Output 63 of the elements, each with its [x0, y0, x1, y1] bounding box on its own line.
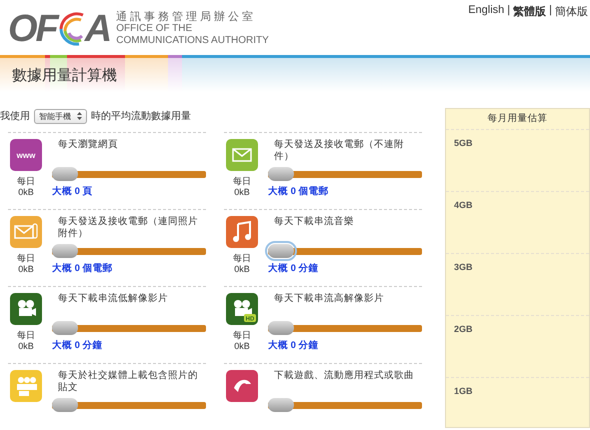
activity-title: 每天瀏覽網頁	[57, 139, 119, 152]
usage-value: 0kB	[234, 341, 250, 352]
slider-handle[interactable]	[52, 244, 78, 258]
selector-label: 我使用	[0, 110, 30, 123]
activity-title: 每天下載串流高解像影片	[273, 293, 385, 306]
logo-arcs-icon	[56, 10, 85, 46]
music-note-icon	[226, 216, 258, 248]
level-label: 5GB	[454, 138, 473, 148]
slider-handle[interactable]	[268, 244, 294, 258]
language-link[interactable]: 繁體版	[513, 4, 546, 19]
activity-title: 每天發送及接收電郵（連同照片附件）	[57, 216, 199, 241]
updown-arrow-icon	[77, 112, 82, 120]
organization-name: 通訊事務管理局辦公室	[116, 10, 258, 22]
level-label: 2GB	[454, 324, 473, 334]
usage-value: 0kB	[234, 264, 250, 275]
estimate-text: 大概 0 分鐘	[52, 339, 104, 352]
activity-title: 每天下載串流音樂	[273, 216, 355, 229]
envelope-clip-icon	[10, 216, 42, 248]
estimate-text: 大概 0 頁	[52, 185, 94, 198]
level-label: 1GB	[454, 386, 473, 396]
organization-name: OFFICE OF THE	[116, 22, 194, 34]
panel-title: 每月用量估算	[486, 112, 548, 126]
app-icon	[226, 370, 258, 402]
slider-handle[interactable]	[268, 167, 294, 181]
logo-text: A	[84, 10, 110, 48]
activity-title: 下載遊戲、流動應用程式或歌曲	[273, 370, 415, 383]
activity-title: 每天於社交媒體上載包含照片的貼文	[57, 370, 199, 395]
language-link[interactable]: English	[468, 4, 504, 19]
level-label: 3GB	[454, 262, 473, 272]
logo-text: OF	[8, 10, 57, 48]
daily-label: 每日	[233, 330, 251, 341]
activity-title: 每天發送及接收電郵（不連附件）	[273, 139, 405, 164]
slider-handle[interactable]	[268, 321, 294, 335]
daily-label: 每日	[233, 253, 251, 264]
activity-title: 每天下載串流低解像影片	[57, 293, 169, 306]
selector-label: 時的平均流動數據用量	[91, 110, 191, 123]
device-dropdown[interactable]: 智能手機	[34, 108, 87, 124]
language-link[interactable]: 簡体版	[555, 4, 588, 19]
people-icon	[10, 370, 42, 402]
slider-handle[interactable]	[268, 398, 294, 412]
usage-value: 0kB	[18, 187, 34, 198]
daily-label: 每日	[233, 176, 251, 187]
estimate-text: 大概 0 分鐘	[268, 262, 320, 275]
level-label: 4GB	[454, 200, 473, 210]
separator: |	[549, 4, 552, 18]
movie-camera-icon	[10, 293, 42, 325]
slider-handle[interactable]	[52, 321, 78, 335]
daily-label: 每日	[17, 330, 35, 341]
slider-handle[interactable]	[52, 398, 78, 412]
slider-handle[interactable]	[52, 167, 78, 181]
daily-label: 每日	[17, 253, 35, 264]
envelope-icon	[226, 139, 258, 171]
web-icon: www	[10, 139, 42, 171]
usage-value: 0kB	[18, 264, 34, 275]
estimate-text: 大概 0 個電郵	[268, 185, 330, 198]
estimate-text: 大概 0 分鐘	[268, 339, 320, 352]
estimate-text: 大概 0 個電郵	[52, 262, 114, 275]
page-title: 數據用量計算機	[11, 66, 117, 84]
organization-name: COMMUNICATIONS AUTHORITY	[116, 34, 269, 46]
usage-value: 0kB	[234, 187, 250, 198]
daily-label: 每日	[17, 176, 35, 187]
separator: |	[507, 4, 510, 18]
usage-value: 0kB	[18, 341, 34, 352]
